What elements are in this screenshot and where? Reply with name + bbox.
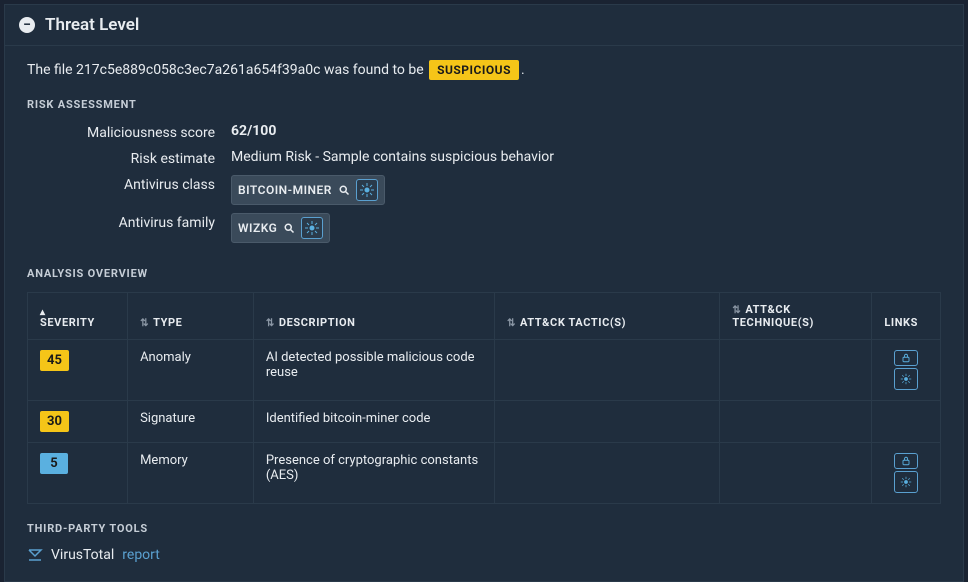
panel-title: Threat Level (45, 15, 139, 35)
avfamily-value: WIZKG (231, 213, 941, 243)
risk-section-label: RISK ASSESSMENT (27, 98, 941, 111)
overview-table-wrap: ▴ SEVERITY ⇅ TYPE ⇅ DESCRIPTION ⇅ ATT&CK TA… (27, 292, 941, 504)
avfamily-label: Antivirus family (35, 213, 215, 243)
panel-header[interactable]: − Threat Level (5, 5, 963, 46)
report-link[interactable]: report (122, 547, 160, 563)
table-row: 45 AnomalyAI detected possible malicious … (28, 340, 940, 401)
collapse-icon[interactable]: − (19, 17, 35, 33)
header-links: LINKS (872, 293, 940, 340)
virustotal-icon (27, 547, 43, 563)
header-type-text: TYPE (153, 316, 182, 329)
summary-middle: was found to be (320, 62, 427, 78)
cell-description: Identified bitcoin-miner code (253, 401, 494, 443)
verdict-badge: SUSPICIOUS (429, 60, 519, 80)
search-icon[interactable] (283, 222, 295, 234)
cell-type: Signature (128, 401, 254, 443)
sort-icon: ⇅ (732, 305, 741, 316)
third-party-row: VirusTotal report (27, 547, 941, 563)
cell-severity: 5 (28, 443, 128, 504)
header-severity-text: SEVERITY (40, 316, 95, 329)
cell-techniques (720, 401, 872, 443)
burst-icon[interactable] (301, 217, 323, 239)
file-hash: 217c5e889c058c3ec7a261a654f39a0c (76, 62, 320, 78)
cell-tactics (494, 340, 719, 401)
sort-icon: ⇅ (140, 318, 149, 329)
cell-tactics (494, 401, 719, 443)
link-lock-icon[interactable] (894, 350, 918, 366)
sort-icon: ⇅ (507, 318, 516, 329)
search-icon[interactable] (338, 184, 350, 196)
header-severity[interactable]: ▴ SEVERITY (28, 293, 128, 340)
cell-links (872, 340, 940, 401)
header-description-text: DESCRIPTION (279, 316, 356, 329)
third-party-tool: VirusTotal (51, 547, 114, 563)
score-value: 62/100 (231, 123, 941, 141)
severity-badge: 5 (40, 453, 68, 474)
risk-grid: Maliciousness score 62/100 Risk estimate… (35, 123, 941, 243)
summary-suffix: . (521, 62, 525, 78)
cell-links (872, 443, 940, 504)
link-burst-icon[interactable] (894, 368, 918, 390)
header-tactics[interactable]: ⇅ ATT&CK TACTIC(S) (494, 293, 719, 340)
overview-table: ▴ SEVERITY ⇅ TYPE ⇅ DESCRIPTION ⇅ ATT&CK TA… (28, 293, 940, 503)
threat-level-panel: − Threat Level The file 217c5e889c058c3e… (4, 4, 964, 582)
header-type[interactable]: ⇅ TYPE (128, 293, 254, 340)
severity-badge: 30 (40, 411, 69, 432)
estimate-value: Medium Risk - Sample contains suspicious… (231, 149, 941, 167)
link-burst-icon[interactable] (894, 471, 918, 493)
cell-techniques (720, 340, 872, 401)
avclass-chip[interactable]: BITCOIN-MINER (231, 175, 385, 205)
avfamily-chip-text: WIZKG (238, 221, 277, 235)
score-label: Maliciousness score (35, 123, 215, 141)
cell-tactics (494, 443, 719, 504)
links-stack (894, 453, 918, 493)
cell-severity: 30 (28, 401, 128, 443)
avclass-chip-text: BITCOIN-MINER (238, 183, 332, 197)
thirdparty-section-label: THIRD-PARTY TOOLS (27, 522, 941, 535)
header-techniques-text: ATT&CK TECHNIQUE(S) (732, 303, 814, 329)
links-stack (894, 350, 918, 390)
cell-type: Anomaly (128, 340, 254, 401)
table-row: 5 MemoryPresence of cryptographic constan… (28, 443, 940, 504)
cell-techniques (720, 443, 872, 504)
burst-icon[interactable] (356, 179, 378, 201)
header-tactics-text: ATT&CK TACTIC(S) (520, 316, 626, 329)
overview-section-label: ANALYSIS OVERVIEW (27, 267, 941, 280)
link-lock-icon[interactable] (894, 453, 918, 469)
cell-severity: 45 (28, 340, 128, 401)
cell-description: Presence of cryptographic constants (AES… (253, 443, 494, 504)
severity-badge: 45 (40, 350, 69, 371)
estimate-label: Risk estimate (35, 149, 215, 167)
cell-links (872, 401, 940, 443)
avfamily-chip[interactable]: WIZKG (231, 213, 330, 243)
cell-description: AI detected possible malicious code reus… (253, 340, 494, 401)
header-techniques[interactable]: ⇅ATT&CK TECHNIQUE(S) (720, 293, 872, 340)
avclass-label: Antivirus class (35, 175, 215, 205)
sort-icon: ⇅ (266, 318, 275, 329)
header-links-text: LINKS (884, 316, 918, 329)
cell-type: Memory (128, 443, 254, 504)
header-description[interactable]: ⇅ DESCRIPTION (253, 293, 494, 340)
summary-prefix: The file (27, 62, 76, 78)
avclass-value: BITCOIN-MINER (231, 175, 941, 205)
summary-line: The file 217c5e889c058c3ec7a261a654f39a0… (27, 62, 941, 78)
panel-body: The file 217c5e889c058c3ec7a261a654f39a0… (5, 46, 963, 581)
table-row: 30 SignatureIdentified bitcoin-miner code (28, 401, 940, 443)
